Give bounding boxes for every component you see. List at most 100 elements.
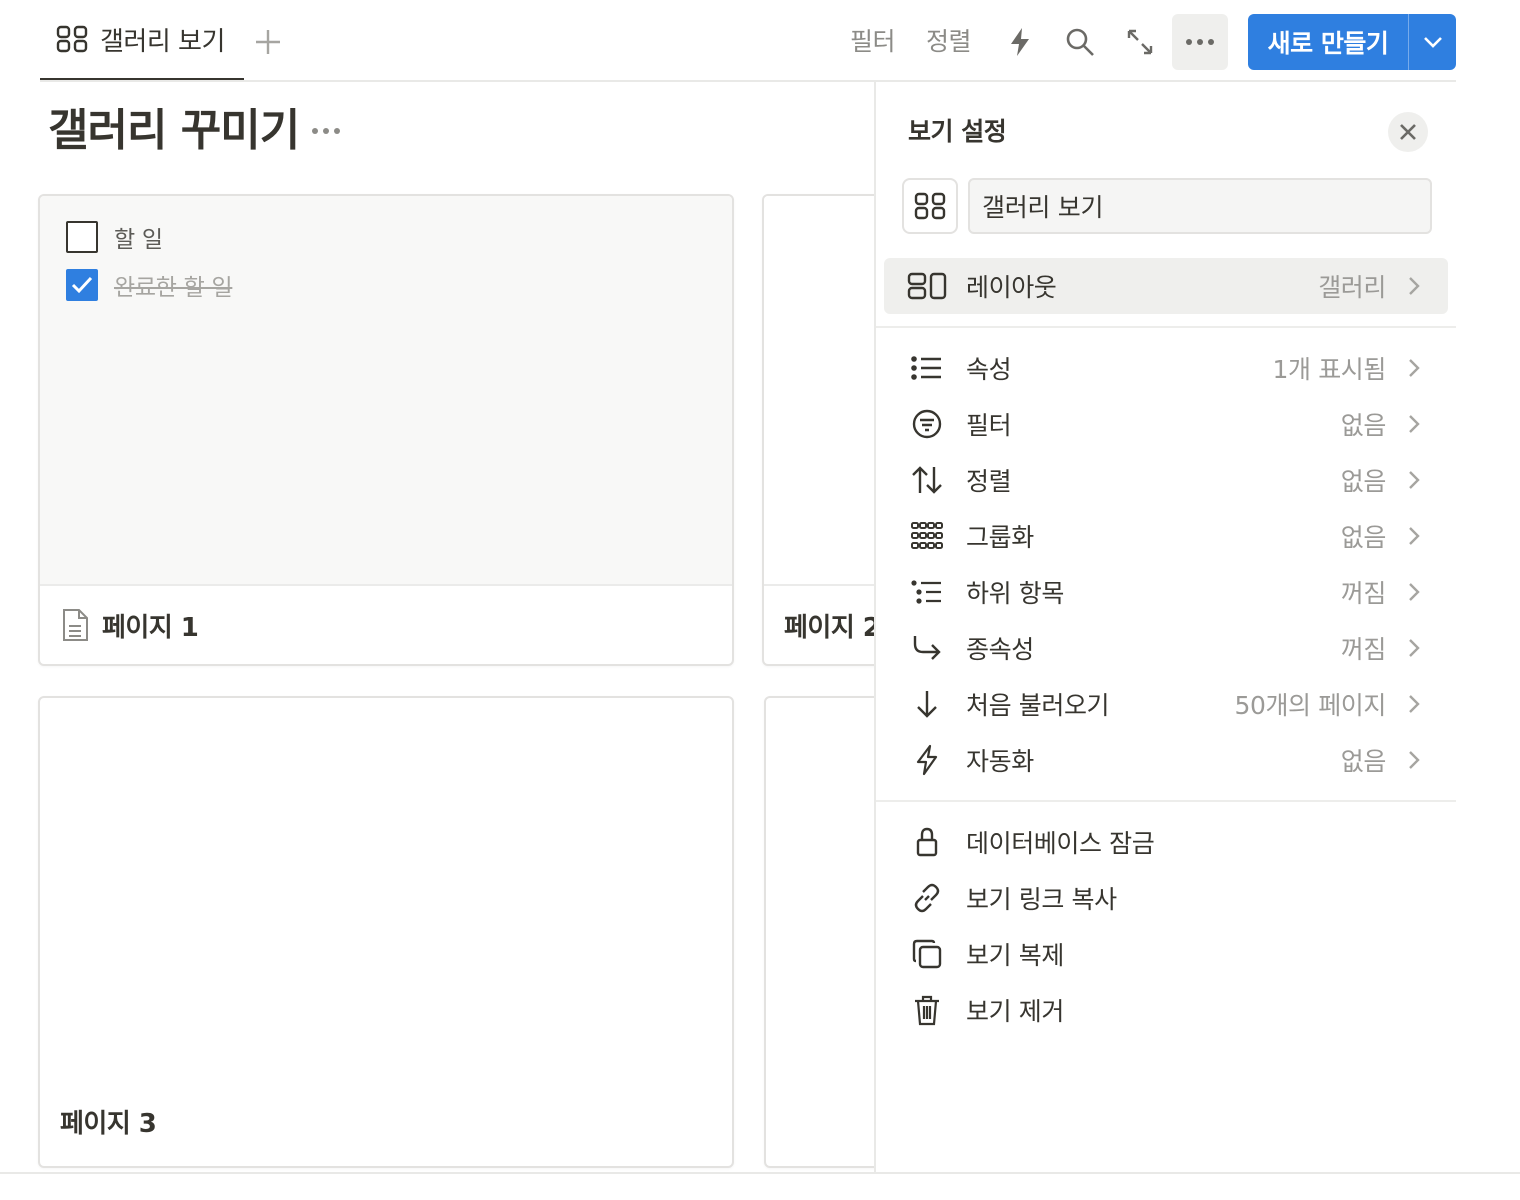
sub-items-icon (906, 571, 948, 613)
duplicate-icon (906, 933, 948, 975)
option-label: 하위 항목 (966, 579, 1064, 608)
layout-label: 레이아웃 (966, 273, 1057, 302)
action-label: 보기 링크 복사 (966, 885, 1117, 914)
option-row-properties[interactable]: 속성 1개 표시됨 (884, 340, 1448, 396)
list-icon (906, 347, 948, 389)
option-row-sort[interactable]: 정렬 없음 (884, 452, 1448, 508)
option-value: 1개 표시됨 (1272, 355, 1387, 384)
todo-item: 완료한 할 일 (66, 268, 233, 302)
bottom-divider (0, 1172, 1520, 1174)
chevron-down-icon (1423, 36, 1443, 48)
gallery-card[interactable]: 페이지 3 (38, 696, 734, 1168)
option-label: 정렬 (966, 467, 1012, 496)
search-button[interactable] (1058, 20, 1102, 64)
add-view-button[interactable] (252, 22, 284, 62)
chevron-right-icon (1396, 406, 1432, 442)
option-row-automation[interactable]: 자동화 없음 (884, 732, 1448, 788)
chevron-right-icon (1396, 268, 1432, 304)
view-icon-button[interactable] (902, 178, 958, 234)
action-label: 보기 복제 (966, 941, 1064, 970)
expand-arrows-icon (1126, 28, 1154, 56)
title-more-button[interactable] (306, 114, 346, 148)
option-label: 자동화 (966, 747, 1034, 776)
chevron-right-icon (1396, 350, 1432, 386)
gallery-grid-icon (56, 25, 88, 53)
view-name-input[interactable] (968, 178, 1432, 234)
option-value: 50개의 페이지 (1234, 691, 1386, 720)
lightning-icon (1008, 27, 1032, 57)
close-button[interactable] (1388, 112, 1428, 152)
option-row-sub-items[interactable]: 하위 항목 꺼짐 (884, 564, 1448, 620)
option-value: 없음 (1340, 747, 1387, 776)
action-label: 데이터베이스 잠금 (966, 829, 1155, 858)
expand-button[interactable] (1118, 20, 1162, 64)
action-lock-database[interactable]: 데이터베이스 잠금 (884, 814, 1448, 870)
chevron-right-icon (1396, 574, 1432, 610)
tab-gallery-view[interactable]: 갤러리 보기 (40, 0, 244, 82)
option-value: 없음 (1340, 411, 1387, 440)
option-label: 속성 (966, 355, 1012, 384)
option-row-filter[interactable]: 필터 없음 (884, 396, 1448, 452)
ellipsis-icon (311, 127, 341, 135)
layout-icon (906, 265, 948, 307)
action-label: 보기 제거 (966, 997, 1064, 1026)
option-value: 꺼짐 (1340, 579, 1387, 608)
sort-button[interactable]: 정렬 (926, 22, 972, 62)
gallery-card[interactable]: 할 일 완료한 할 일 페이지 1 (38, 194, 734, 666)
todo-text: 완료한 할 일 (114, 275, 233, 301)
todo-text: 할 일 (114, 227, 163, 253)
filter-button[interactable]: 필터 (850, 22, 896, 62)
layout-row[interactable]: 레이아웃 갤러리 (884, 258, 1448, 314)
filter-icon (906, 403, 948, 445)
link-icon (906, 877, 948, 919)
new-button-label: 새로 만들기 (1267, 29, 1389, 58)
option-row-initial-load[interactable]: 처음 불러오기 50개의 페이지 (884, 676, 1448, 732)
action-remove-view[interactable]: 보기 제거 (884, 982, 1448, 1038)
group-icon (906, 515, 948, 557)
action-duplicate-view[interactable]: 보기 복제 (884, 926, 1448, 982)
chevron-right-icon (1396, 462, 1432, 498)
chevron-right-icon (1396, 518, 1432, 554)
plus-icon (255, 29, 281, 55)
action-copy-link[interactable]: 보기 링크 복사 (884, 870, 1448, 926)
card-footer: 페이지 1 (40, 586, 732, 664)
option-label: 그룹화 (966, 523, 1034, 552)
new-button-dropdown[interactable] (1409, 14, 1456, 70)
checkmark-icon (71, 276, 93, 294)
chevron-right-icon (1396, 630, 1432, 666)
search-icon (1065, 27, 1095, 57)
dependency-icon (906, 627, 948, 669)
option-label: 종속성 (966, 635, 1034, 664)
top-bar: 갤러리 보기 필터 정렬 새로 만들기 (0, 0, 1520, 82)
gallery-grid-icon (914, 192, 946, 220)
card-preview: 할 일 완료한 할 일 (40, 196, 732, 586)
close-icon (1399, 123, 1417, 141)
page-title[interactable]: 갤러리 꾸미기 (48, 100, 300, 162)
divider (876, 326, 1456, 328)
card-title: 페이지 1 (102, 612, 199, 643)
todo-checkbox[interactable] (66, 221, 98, 253)
lightning-icon (906, 739, 948, 781)
lock-icon (906, 821, 948, 863)
more-options-button[interactable] (1172, 14, 1228, 70)
document-icon (60, 608, 90, 642)
arrow-down-icon (906, 683, 948, 725)
automation-button[interactable] (998, 20, 1042, 64)
layout-value: 갤러리 (1318, 273, 1386, 302)
option-value: 없음 (1340, 467, 1387, 496)
view-settings-panel: 보기 설정 레이아웃 갤러리 (874, 82, 1520, 1174)
card-title: 페이지 3 (60, 1108, 157, 1139)
option-label: 처음 불러오기 (966, 691, 1110, 720)
todo-item: 할 일 (66, 220, 163, 254)
todo-checkbox-checked[interactable] (66, 269, 98, 301)
option-row-group[interactable]: 그룹화 없음 (884, 508, 1448, 564)
option-value: 꺼짐 (1340, 635, 1387, 664)
option-row-dependencies[interactable]: 종속성 꺼짐 (884, 620, 1448, 676)
option-value: 없음 (1340, 523, 1387, 552)
card-footer: 페이지 3 (40, 1076, 732, 1166)
new-button[interactable]: 새로 만들기 (1248, 14, 1456, 70)
divider (876, 800, 1456, 802)
sort-icon (906, 459, 948, 501)
chevron-right-icon (1396, 742, 1432, 778)
panel-title: 보기 설정 (908, 117, 1007, 146)
